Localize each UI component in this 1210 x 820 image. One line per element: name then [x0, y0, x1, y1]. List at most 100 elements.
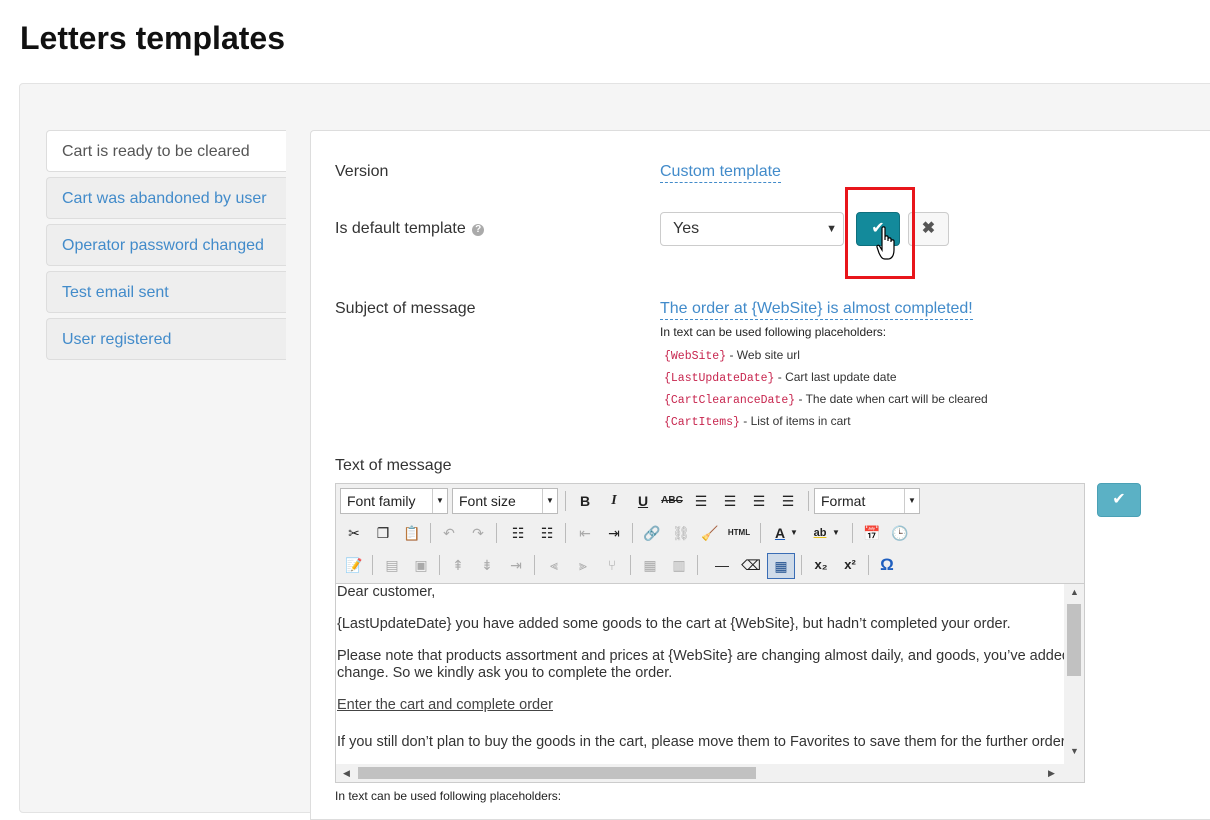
- merge-cells-icon[interactable]: ▥: [667, 553, 691, 577]
- insert-row-before-icon[interactable]: ⇞: [446, 553, 470, 577]
- bullet-list-icon[interactable]: ☷: [506, 521, 530, 545]
- toolbar-separator: [534, 555, 535, 575]
- scroll-right-icon[interactable]: ▶: [1048, 768, 1055, 779]
- subject-label: Subject of message: [335, 300, 476, 317]
- split-cells-icon[interactable]: ▦: [638, 553, 662, 577]
- placeholders-note: In text can be used following placeholde…: [335, 789, 562, 803]
- chevron-down-icon: ▼: [542, 489, 557, 513]
- superscript-icon[interactable]: x²: [838, 553, 862, 577]
- html-source-icon[interactable]: HTML: [727, 521, 751, 545]
- default-template-label: Is default template ?: [335, 220, 485, 238]
- tab-test-email-sent[interactable]: Test email sent: [46, 271, 286, 313]
- cancel-button[interactable]: ✖: [908, 212, 949, 246]
- insert-col-after-icon[interactable]: ⫸: [571, 553, 595, 577]
- table-icon[interactable]: ▦: [767, 553, 795, 579]
- help-icon[interactable]: ?: [472, 224, 485, 236]
- horizontal-rule-icon[interactable]: —: [710, 553, 734, 577]
- toolbar-separator: [439, 555, 440, 575]
- eraser-icon[interactable]: ⌫: [739, 553, 763, 577]
- chevron-down-icon: ▼: [432, 489, 447, 513]
- default-template-select[interactable]: Yes ▼: [660, 212, 844, 246]
- copy-icon[interactable]: ❐: [371, 521, 395, 545]
- toolbar-separator: [630, 555, 631, 575]
- align-justify-icon[interactable]: ☰: [776, 489, 800, 513]
- placeholders-list: {WebSite} - Web site url {LastUpdateDate…: [664, 344, 988, 432]
- toolbar-separator: [808, 491, 809, 511]
- placeholder-desc: - Cart last update date: [774, 370, 897, 384]
- bold-icon[interactable]: B: [573, 489, 597, 513]
- scrollbar-thumb[interactable]: [1067, 604, 1081, 676]
- numbered-list-icon[interactable]: ☷: [535, 521, 559, 545]
- subscript-icon[interactable]: x₂: [809, 553, 833, 577]
- toolbar-separator: [565, 491, 566, 511]
- font-family-select[interactable]: Font family ▼: [340, 488, 448, 514]
- save-text-button[interactable]: ✔: [1097, 483, 1141, 517]
- placeholder-code: {CartItems}: [664, 416, 740, 429]
- scrollbar-thumb[interactable]: [358, 767, 756, 779]
- tab-user-registered[interactable]: User registered: [46, 318, 286, 360]
- format-select[interactable]: Format ▼: [814, 488, 920, 514]
- placeholder-desc: - Web site url: [726, 348, 800, 362]
- font-size-select[interactable]: Font size ▼: [452, 488, 558, 514]
- page-title: Letters templates: [20, 20, 285, 56]
- toolbar-separator: [852, 523, 853, 543]
- paste-icon[interactable]: 📋: [400, 521, 424, 545]
- underline-icon[interactable]: U: [631, 489, 655, 513]
- italic-icon[interactable]: I: [602, 489, 626, 513]
- cart-link[interactable]: Enter the cart and complete order: [336, 697, 1064, 713]
- cell-props-icon[interactable]: ▣: [409, 553, 433, 577]
- placeholder-item: {LastUpdateDate} - Cart last update date: [664, 366, 988, 388]
- insert-col-before-icon[interactable]: ⫷: [542, 553, 566, 577]
- default-template-select-value: Yes: [673, 220, 700, 237]
- content-paragraph: If you still don’t plan to buy the goods…: [337, 734, 1064, 750]
- tab-cart-abandoned[interactable]: Cart was abandoned by user: [46, 177, 286, 219]
- horizontal-scrollbar[interactable]: ◀ ▶: [336, 764, 1084, 782]
- align-center-icon[interactable]: ☰: [718, 489, 742, 513]
- toolbar-separator: [372, 555, 373, 575]
- scroll-up-icon[interactable]: ▲: [1070, 587, 1079, 597]
- highlight-color-icon[interactable]: ab: [808, 521, 832, 545]
- chevron-down-icon[interactable]: ▼: [788, 521, 800, 545]
- align-right-icon[interactable]: ☰: [747, 489, 771, 513]
- delete-col-icon[interactable]: ⑂: [600, 553, 624, 577]
- insert-time-icon[interactable]: 🕒: [888, 521, 912, 545]
- strikethrough-icon[interactable]: ABC: [660, 489, 684, 513]
- outdent-icon[interactable]: ⇤: [573, 521, 597, 545]
- link-icon[interactable]: 🔗: [640, 521, 664, 545]
- chevron-down-icon: ▼: [826, 223, 837, 235]
- rich-text-editor: Font family ▼ Font size ▼ B I U ABC ☰ ☰ ☰ …: [335, 483, 1085, 783]
- insert-date-icon[interactable]: 📅: [860, 521, 884, 545]
- tab-cart-ready-to-be-cleared[interactable]: Cart is ready to be cleared: [46, 130, 286, 172]
- checkmark-icon: ✔: [1112, 491, 1126, 508]
- toolbar-separator: [632, 523, 633, 543]
- tab-operator-password-changed[interactable]: Operator password changed: [46, 224, 286, 266]
- editor-content[interactable]: Dear customer, {LastUpdateDate} you have…: [336, 584, 1064, 764]
- subject-value-link[interactable]: The order at {WebSite} is almost complet…: [660, 299, 973, 320]
- vertical-scrollbar[interactable]: ▲ ▼: [1064, 584, 1084, 764]
- scroll-left-icon[interactable]: ◀: [343, 768, 350, 779]
- scroll-down-icon[interactable]: ▼: [1070, 746, 1079, 756]
- toolbar-separator: [801, 555, 802, 575]
- default-template-label-text: Is default template: [335, 220, 466, 237]
- undo-icon[interactable]: ↶: [437, 521, 461, 545]
- placeholder-desc: - The date when cart will be cleared: [795, 392, 988, 406]
- hand-cursor-icon: [876, 226, 895, 260]
- row-props-icon[interactable]: ▤: [380, 553, 404, 577]
- chevron-down-icon[interactable]: ▼: [830, 521, 842, 545]
- edit-icon[interactable]: 📝: [342, 553, 366, 577]
- placeholder-code: {WebSite}: [664, 350, 727, 363]
- insert-row-after-icon[interactable]: ⇟: [475, 553, 499, 577]
- align-left-icon[interactable]: ☰: [689, 489, 713, 513]
- redo-icon[interactable]: ↷: [466, 521, 490, 545]
- special-char-icon[interactable]: Ω: [875, 553, 899, 577]
- delete-row-icon[interactable]: ⇥: [504, 553, 528, 577]
- unlink-icon[interactable]: ⛓: [669, 521, 693, 545]
- close-icon: ✖: [921, 220, 936, 237]
- placeholders-title: In text can be used following placeholde…: [660, 325, 887, 339]
- placeholder-desc: - List of items in cart: [739, 414, 851, 428]
- version-value-link[interactable]: Custom template: [660, 162, 781, 183]
- editor-toolbar: Font family ▼ Font size ▼ B I U ABC ☰ ☰ ☰ …: [336, 484, 1084, 584]
- indent-icon[interactable]: ⇥: [602, 521, 626, 545]
- cut-icon[interactable]: ✂: [342, 521, 366, 545]
- cleanup-icon[interactable]: 🧹: [698, 521, 722, 545]
